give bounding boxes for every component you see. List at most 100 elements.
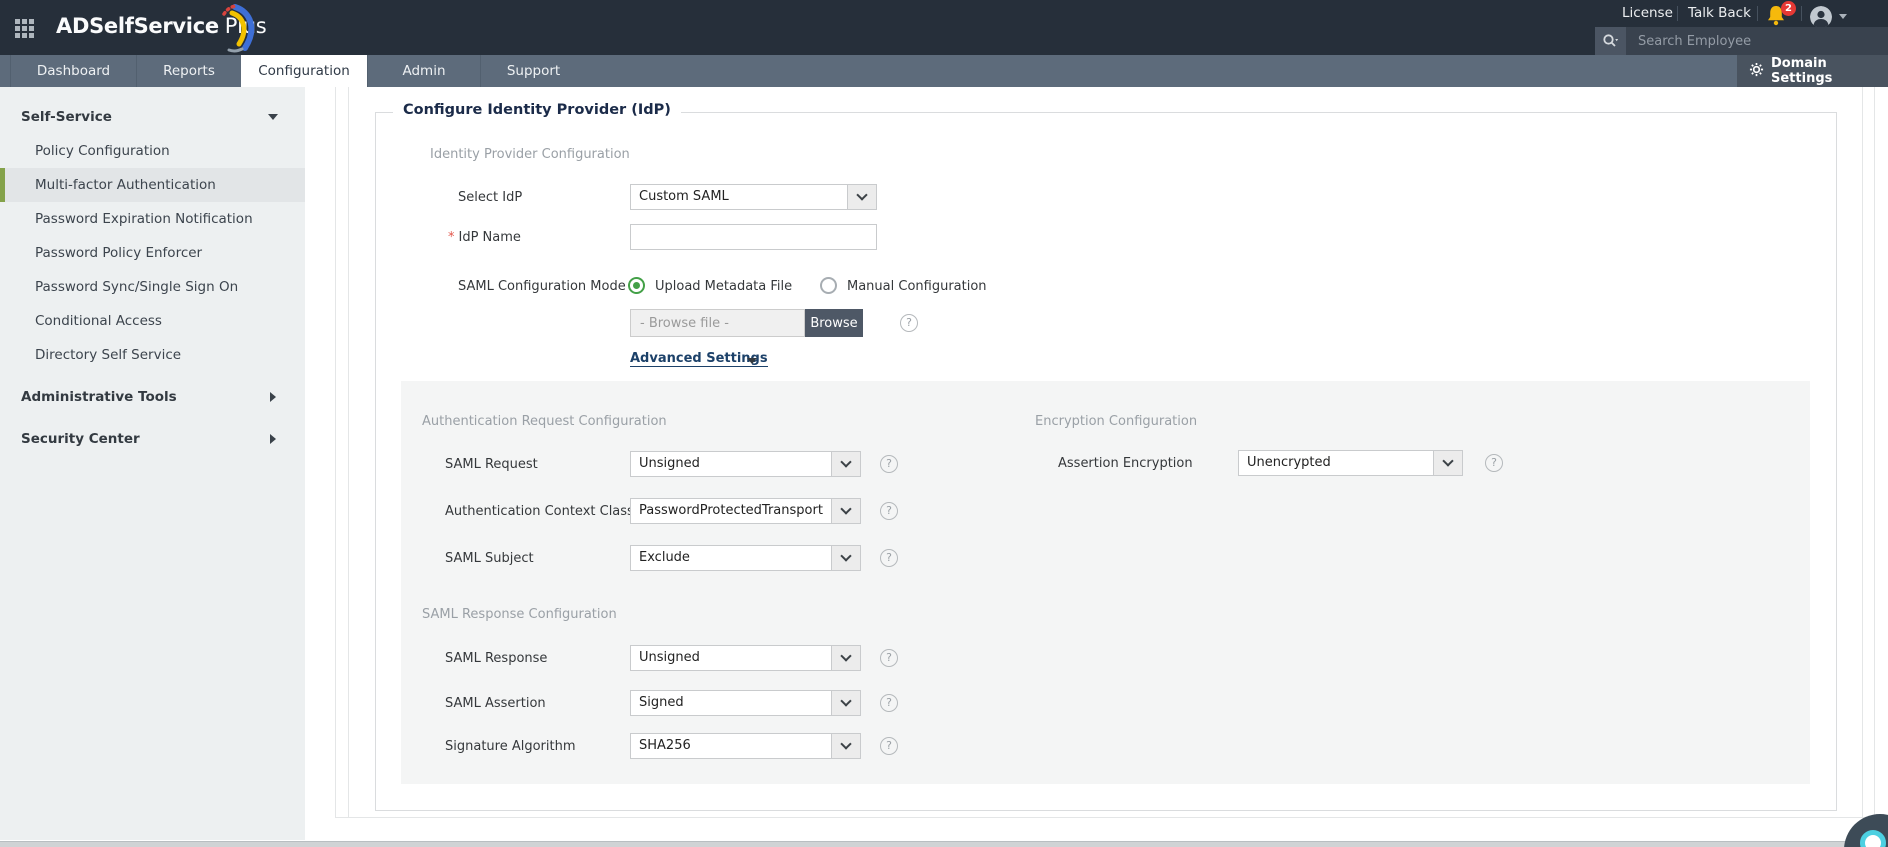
help-icon[interactable]: ?: [880, 502, 898, 520]
assertion-encryption-label: Assertion Encryption: [1058, 456, 1193, 471]
radio-upload-metadata-file-label[interactable]: Upload Metadata File: [655, 279, 792, 294]
sidebar-item-label: Policy Configuration: [35, 143, 170, 159]
chevron-down-icon: [268, 114, 278, 120]
chevron-down-icon: [831, 646, 860, 670]
divider: [1757, 6, 1758, 21]
search-employee-input[interactable]: [1626, 27, 1888, 55]
main-nav-tabs: Dashboard Reports Configuration Admin Su…: [0, 55, 1888, 87]
authentication-context-class-value: PasswordProtectedTransport: [631, 499, 831, 523]
content-divider: [335, 87, 336, 818]
help-icon[interactable]: ?: [880, 549, 898, 567]
help-icon[interactable]: ?: [880, 455, 898, 473]
metadata-file-input[interactable]: [630, 309, 805, 337]
radio-manual-configuration[interactable]: [820, 277, 837, 294]
top-bar: ADSelfServicePlus License Talk Back 2: [0, 0, 1888, 55]
chat-support-icon: [1860, 830, 1886, 847]
signature-algorithm-value: SHA256: [631, 734, 831, 758]
gear-icon: [1749, 62, 1764, 81]
tab-support[interactable]: Support: [480, 55, 586, 87]
chevron-down-icon: [831, 691, 860, 715]
tab-dashboard[interactable]: Dashboard: [10, 55, 136, 87]
authentication-context-class-label: Authentication Context Class: [445, 504, 634, 519]
select-idp-dropdown[interactable]: Custom SAML: [630, 184, 877, 210]
help-icon[interactable]: ?: [880, 737, 898, 755]
sidebar-item-password-sync-single-sign-on[interactable]: Password Sync/Single Sign On: [0, 270, 305, 304]
idp-name-input[interactable]: [630, 224, 877, 250]
tab-configuration[interactable]: Configuration: [241, 55, 367, 87]
user-menu-caret-icon[interactable]: [1839, 14, 1847, 19]
encryption-configuration-header: Encryption Configuration: [1035, 414, 1197, 429]
sidebar-section-label: Administrative Tools: [21, 389, 177, 405]
select-idp-label: Select IdP: [458, 190, 522, 205]
domain-settings-label: Domain Settings: [1771, 56, 1888, 86]
apps-grid-icon[interactable]: [15, 19, 34, 38]
sidebar-item-directory-self-service[interactable]: Directory Self Service: [0, 338, 305, 372]
sidebar-item-label: Password Policy Enforcer: [35, 245, 202, 261]
help-icon[interactable]: ?: [880, 649, 898, 667]
sidebar-section-administrative-tools[interactable]: Administrative Tools: [0, 380, 305, 414]
assertion-encryption-dropdown[interactable]: Unencrypted: [1238, 450, 1463, 476]
radio-manual-configuration-label[interactable]: Manual Configuration: [847, 279, 987, 294]
idp-name-label-text: IdP Name: [459, 230, 521, 245]
help-icon[interactable]: ?: [900, 314, 918, 332]
sidebar-section-label: Self-Service: [21, 109, 112, 125]
chevron-down-icon: [847, 185, 876, 209]
saml-request-dropdown[interactable]: Unsigned: [630, 451, 861, 477]
chevron-right-icon: [270, 392, 276, 402]
notification-count-badge: 2: [1781, 1, 1796, 16]
advanced-settings-panel: [401, 381, 1810, 784]
talk-back-link[interactable]: Talk Back: [1688, 0, 1751, 27]
sidebar-item-password-policy-enforcer[interactable]: Password Policy Enforcer: [0, 236, 305, 270]
signature-algorithm-dropdown[interactable]: SHA256: [630, 733, 861, 759]
sidebar-item-policy-configuration[interactable]: Policy Configuration: [0, 134, 305, 168]
sidebar-item-conditional-access[interactable]: Conditional Access: [0, 304, 305, 338]
help-icon[interactable]: ?: [880, 694, 898, 712]
sidebar-item-label: Password Expiration Notification: [35, 211, 253, 227]
divider: [1801, 6, 1802, 21]
saml-configuration-mode-label: SAML Configuration Mode: [458, 279, 626, 294]
tab-reports[interactable]: Reports: [136, 55, 241, 87]
chat-support-button[interactable]: [1844, 814, 1888, 847]
sidebar-item-label: Password Sync/Single Sign On: [35, 279, 238, 295]
idp-configuration-header: Identity Provider Configuration: [430, 147, 630, 162]
sidebar-item-password-expiration-notification[interactable]: Password Expiration Notification: [0, 202, 305, 236]
chevron-down-icon: [831, 546, 860, 570]
search-icon[interactable]: [1595, 27, 1626, 55]
saml-request-label: SAML Request: [445, 457, 538, 472]
user-avatar-icon[interactable]: [1810, 6, 1832, 28]
assertion-encryption-value: Unencrypted: [1239, 451, 1433, 475]
sidebar-item-multi-factor-authentication[interactable]: Multi-factor Authentication: [0, 168, 305, 202]
sidebar-section-label: Security Center: [21, 431, 140, 447]
chevron-right-icon: [270, 434, 276, 444]
domain-settings-button[interactable]: Domain Settings: [1737, 55, 1888, 87]
content-divider: [1862, 87, 1863, 818]
license-link[interactable]: License: [1622, 0, 1673, 27]
auth-request-configuration-header: Authentication Request Configuration: [422, 414, 667, 429]
sidebar-item-label: Multi-factor Authentication: [35, 177, 216, 193]
saml-assertion-dropdown[interactable]: Signed: [630, 690, 861, 716]
tab-admin[interactable]: Admin: [367, 55, 480, 87]
saml-assertion-value: Signed: [631, 691, 831, 715]
employee-search-bar: [1595, 27, 1888, 55]
help-icon[interactable]: ?: [1485, 454, 1503, 472]
page-bottom-strip: [0, 841, 1888, 847]
chevron-down-icon[interactable]: [747, 358, 757, 364]
sidebar-section-security-center[interactable]: Security Center: [0, 422, 305, 456]
browse-button[interactable]: Browse: [805, 309, 863, 337]
required-marker: *: [448, 230, 455, 245]
saml-response-value: Unsigned: [631, 646, 831, 670]
signature-algorithm-label: Signature Algorithm: [445, 739, 576, 754]
sidebar-section-self-service[interactable]: Self-Service: [0, 100, 305, 134]
saml-request-value: Unsigned: [631, 452, 831, 476]
radio-upload-metadata-file[interactable]: [628, 277, 645, 294]
saml-subject-dropdown[interactable]: Exclude: [630, 545, 861, 571]
saml-response-configuration-header: SAML Response Configuration: [422, 607, 617, 622]
adselfservice-plus-page: ADSelfServicePlus License Talk Back 2: [0, 0, 1888, 847]
page-title: Configure Identity Provider (IdP): [393, 102, 681, 118]
content-divider: [348, 87, 349, 818]
sidebar: Self-Service Policy Configuration Multi-…: [0, 87, 305, 840]
chevron-down-icon: [1433, 451, 1462, 475]
saml-response-dropdown[interactable]: Unsigned: [630, 645, 861, 671]
chevron-down-icon: [831, 499, 860, 523]
authentication-context-class-dropdown[interactable]: PasswordProtectedTransport: [630, 498, 861, 524]
